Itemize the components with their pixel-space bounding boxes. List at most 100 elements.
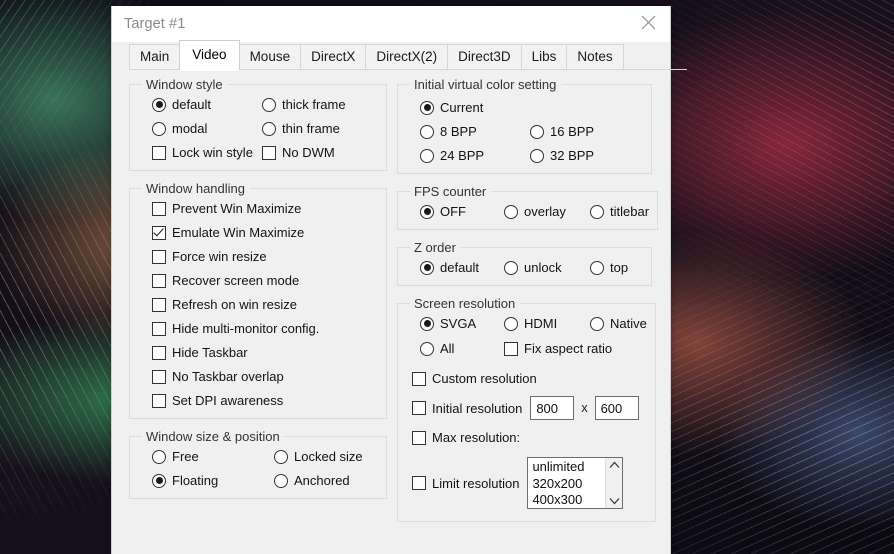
- option-label: No DWM: [282, 145, 335, 160]
- checkbox-prevent-win-maximize[interactable]: Prevent Win Maximize: [152, 200, 378, 217]
- tab-main[interactable]: Main: [129, 44, 181, 70]
- radio-indicator: [262, 121, 276, 136]
- listbox-scrollbar[interactable]: [605, 458, 623, 508]
- checkbox-indicator: [152, 225, 166, 240]
- limit-resolution-listbox[interactable]: unlimited 320x200 400x300: [527, 457, 624, 509]
- z-order-group: Z order default unlock top: [397, 240, 652, 286]
- window-size-position-legend: Window size & position: [146, 429, 280, 444]
- tab-libs[interactable]: Libs: [520, 44, 568, 70]
- checkbox-indicator: [152, 145, 166, 160]
- checkbox-refresh-on-win-resize[interactable]: Refresh on win resize: [152, 296, 378, 313]
- checkbox-emulate-win-maximize[interactable]: Emulate Win Maximize: [152, 224, 378, 241]
- checkbox-set-dpi-awareness[interactable]: Set DPI awareness: [152, 392, 378, 409]
- radio-window-style-thick-frame[interactable]: thick frame: [262, 96, 378, 113]
- limit-resolution-row: Limit resolution unlimited 320x200 400x3…: [412, 457, 647, 509]
- checkbox-indicator: [152, 249, 166, 264]
- initial-height-input[interactable]: [594, 396, 639, 420]
- checkbox-limit-resolution[interactable]: Limit resolution: [412, 475, 519, 492]
- option-label: Recover screen mode: [172, 273, 300, 288]
- radio-resolution-hdmi[interactable]: HDMI: [504, 315, 590, 332]
- radio-resolution-all[interactable]: All: [420, 340, 504, 357]
- checkbox-indicator: [152, 393, 166, 408]
- option-label: 8 BPP: [440, 124, 477, 139]
- option-label: Refresh on win resize: [172, 297, 297, 312]
- radio-window-style-default[interactable]: default: [152, 96, 262, 113]
- option-label: Force win resize: [172, 249, 267, 264]
- radio-size-free[interactable]: Free: [152, 448, 274, 465]
- tab-directx2[interactable]: DirectX(2): [365, 44, 449, 70]
- tab-video[interactable]: Video: [179, 40, 240, 71]
- checkbox-initial-resolution[interactable]: Initial resolution: [412, 400, 522, 417]
- radio-indicator: [152, 121, 166, 136]
- initial-width-input[interactable]: [530, 396, 575, 420]
- radio-zorder-top[interactable]: top: [590, 259, 643, 276]
- radio-window-style-thin-frame[interactable]: thin frame: [262, 120, 378, 137]
- radio-color-16bpp[interactable]: 16 BPP: [530, 123, 643, 140]
- option-label: unlock: [524, 260, 562, 275]
- checkbox-indicator: [152, 297, 166, 312]
- radio-size-anchored[interactable]: Anchored: [274, 472, 378, 489]
- option-label: 16 BPP: [550, 124, 595, 139]
- option-label: Locked size: [294, 449, 363, 464]
- option-label: modal: [172, 121, 208, 136]
- radio-indicator: [420, 316, 434, 331]
- checkbox-fix-aspect-ratio[interactable]: Fix aspect ratio: [504, 340, 647, 357]
- radio-fps-overlay[interactable]: overlay: [504, 203, 590, 220]
- checkbox-recover-screen-mode[interactable]: Recover screen mode: [152, 272, 378, 289]
- checkbox-lock-win-style[interactable]: Lock win style: [152, 144, 262, 161]
- radio-indicator: [420, 148, 434, 163]
- checkbox-indicator: [152, 201, 166, 216]
- radio-resolution-svga[interactable]: SVGA: [420, 315, 504, 332]
- radio-fps-off[interactable]: OFF: [420, 203, 504, 220]
- window-style-legend: Window style: [146, 77, 223, 92]
- fps-counter-legend: FPS counter: [414, 184, 487, 199]
- radio-indicator: [152, 449, 166, 464]
- radio-indicator: [504, 316, 518, 331]
- option-label: Hide Taskbar: [172, 345, 248, 360]
- radio-color-24bpp[interactable]: 24 BPP: [420, 147, 530, 164]
- option-label: top: [610, 260, 629, 275]
- tab-direct3d[interactable]: Direct3D: [447, 44, 522, 70]
- checkbox-indicator: [262, 145, 276, 160]
- radio-indicator: [420, 100, 434, 115]
- checkbox-hide-taskbar[interactable]: Hide Taskbar: [152, 344, 378, 361]
- window-handling-legend: Window handling: [146, 181, 246, 196]
- checkbox-custom-resolution[interactable]: Custom resolution: [412, 370, 647, 387]
- tab-directx[interactable]: DirectX: [300, 44, 367, 70]
- radio-size-floating[interactable]: Floating: [152, 472, 274, 489]
- close-icon: [641, 15, 655, 30]
- tab-notes[interactable]: Notes: [566, 44, 624, 70]
- list-item[interactable]: unlimited: [532, 459, 605, 476]
- radio-color-current[interactable]: Current: [420, 99, 643, 116]
- option-label: No Taskbar overlap: [172, 369, 284, 384]
- option-label: All: [440, 341, 455, 356]
- chevron-up-icon[interactable]: [609, 461, 620, 469]
- radio-size-locked[interactable]: Locked size: [274, 448, 378, 465]
- close-button[interactable]: [626, 6, 670, 39]
- screen-resolution-legend: Screen resolution: [414, 296, 516, 311]
- option-label: Prevent Win Maximize: [172, 201, 302, 216]
- list-item[interactable]: 400x300: [532, 492, 605, 508]
- radio-zorder-unlock[interactable]: unlock: [504, 259, 590, 276]
- checkbox-indicator: [152, 321, 166, 336]
- radio-resolution-native[interactable]: Native: [590, 315, 647, 332]
- list-item[interactable]: 320x200: [532, 476, 605, 493]
- chevron-down-icon[interactable]: [609, 497, 620, 505]
- checkbox-no-taskbar-overlap[interactable]: No Taskbar overlap: [152, 368, 378, 385]
- radio-color-8bpp[interactable]: 8 BPP: [420, 123, 530, 140]
- dialog-title: Target #1: [124, 16, 186, 32]
- tab-mouse[interactable]: Mouse: [238, 44, 302, 70]
- checkbox-no-dwm[interactable]: No DWM: [262, 144, 378, 161]
- radio-window-style-modal[interactable]: modal: [152, 120, 262, 137]
- checkbox-hide-multi-monitor-config[interactable]: Hide multi-monitor config.: [152, 320, 378, 337]
- checkbox-force-win-resize[interactable]: Force win resize: [152, 248, 378, 265]
- listbox-items: unlimited 320x200 400x300: [528, 458, 605, 508]
- dialog-titlebar: Target #1: [112, 6, 670, 42]
- option-label: Anchored: [294, 473, 350, 488]
- radio-indicator: [152, 473, 166, 488]
- initial-resolution-row: Initial resolution x: [412, 396, 647, 420]
- checkbox-max-resolution[interactable]: Max resolution:: [412, 429, 647, 446]
- radio-zorder-default[interactable]: default: [420, 259, 504, 276]
- radio-color-32bpp[interactable]: 32 BPP: [530, 147, 643, 164]
- radio-fps-titlebar[interactable]: titlebar: [590, 203, 649, 220]
